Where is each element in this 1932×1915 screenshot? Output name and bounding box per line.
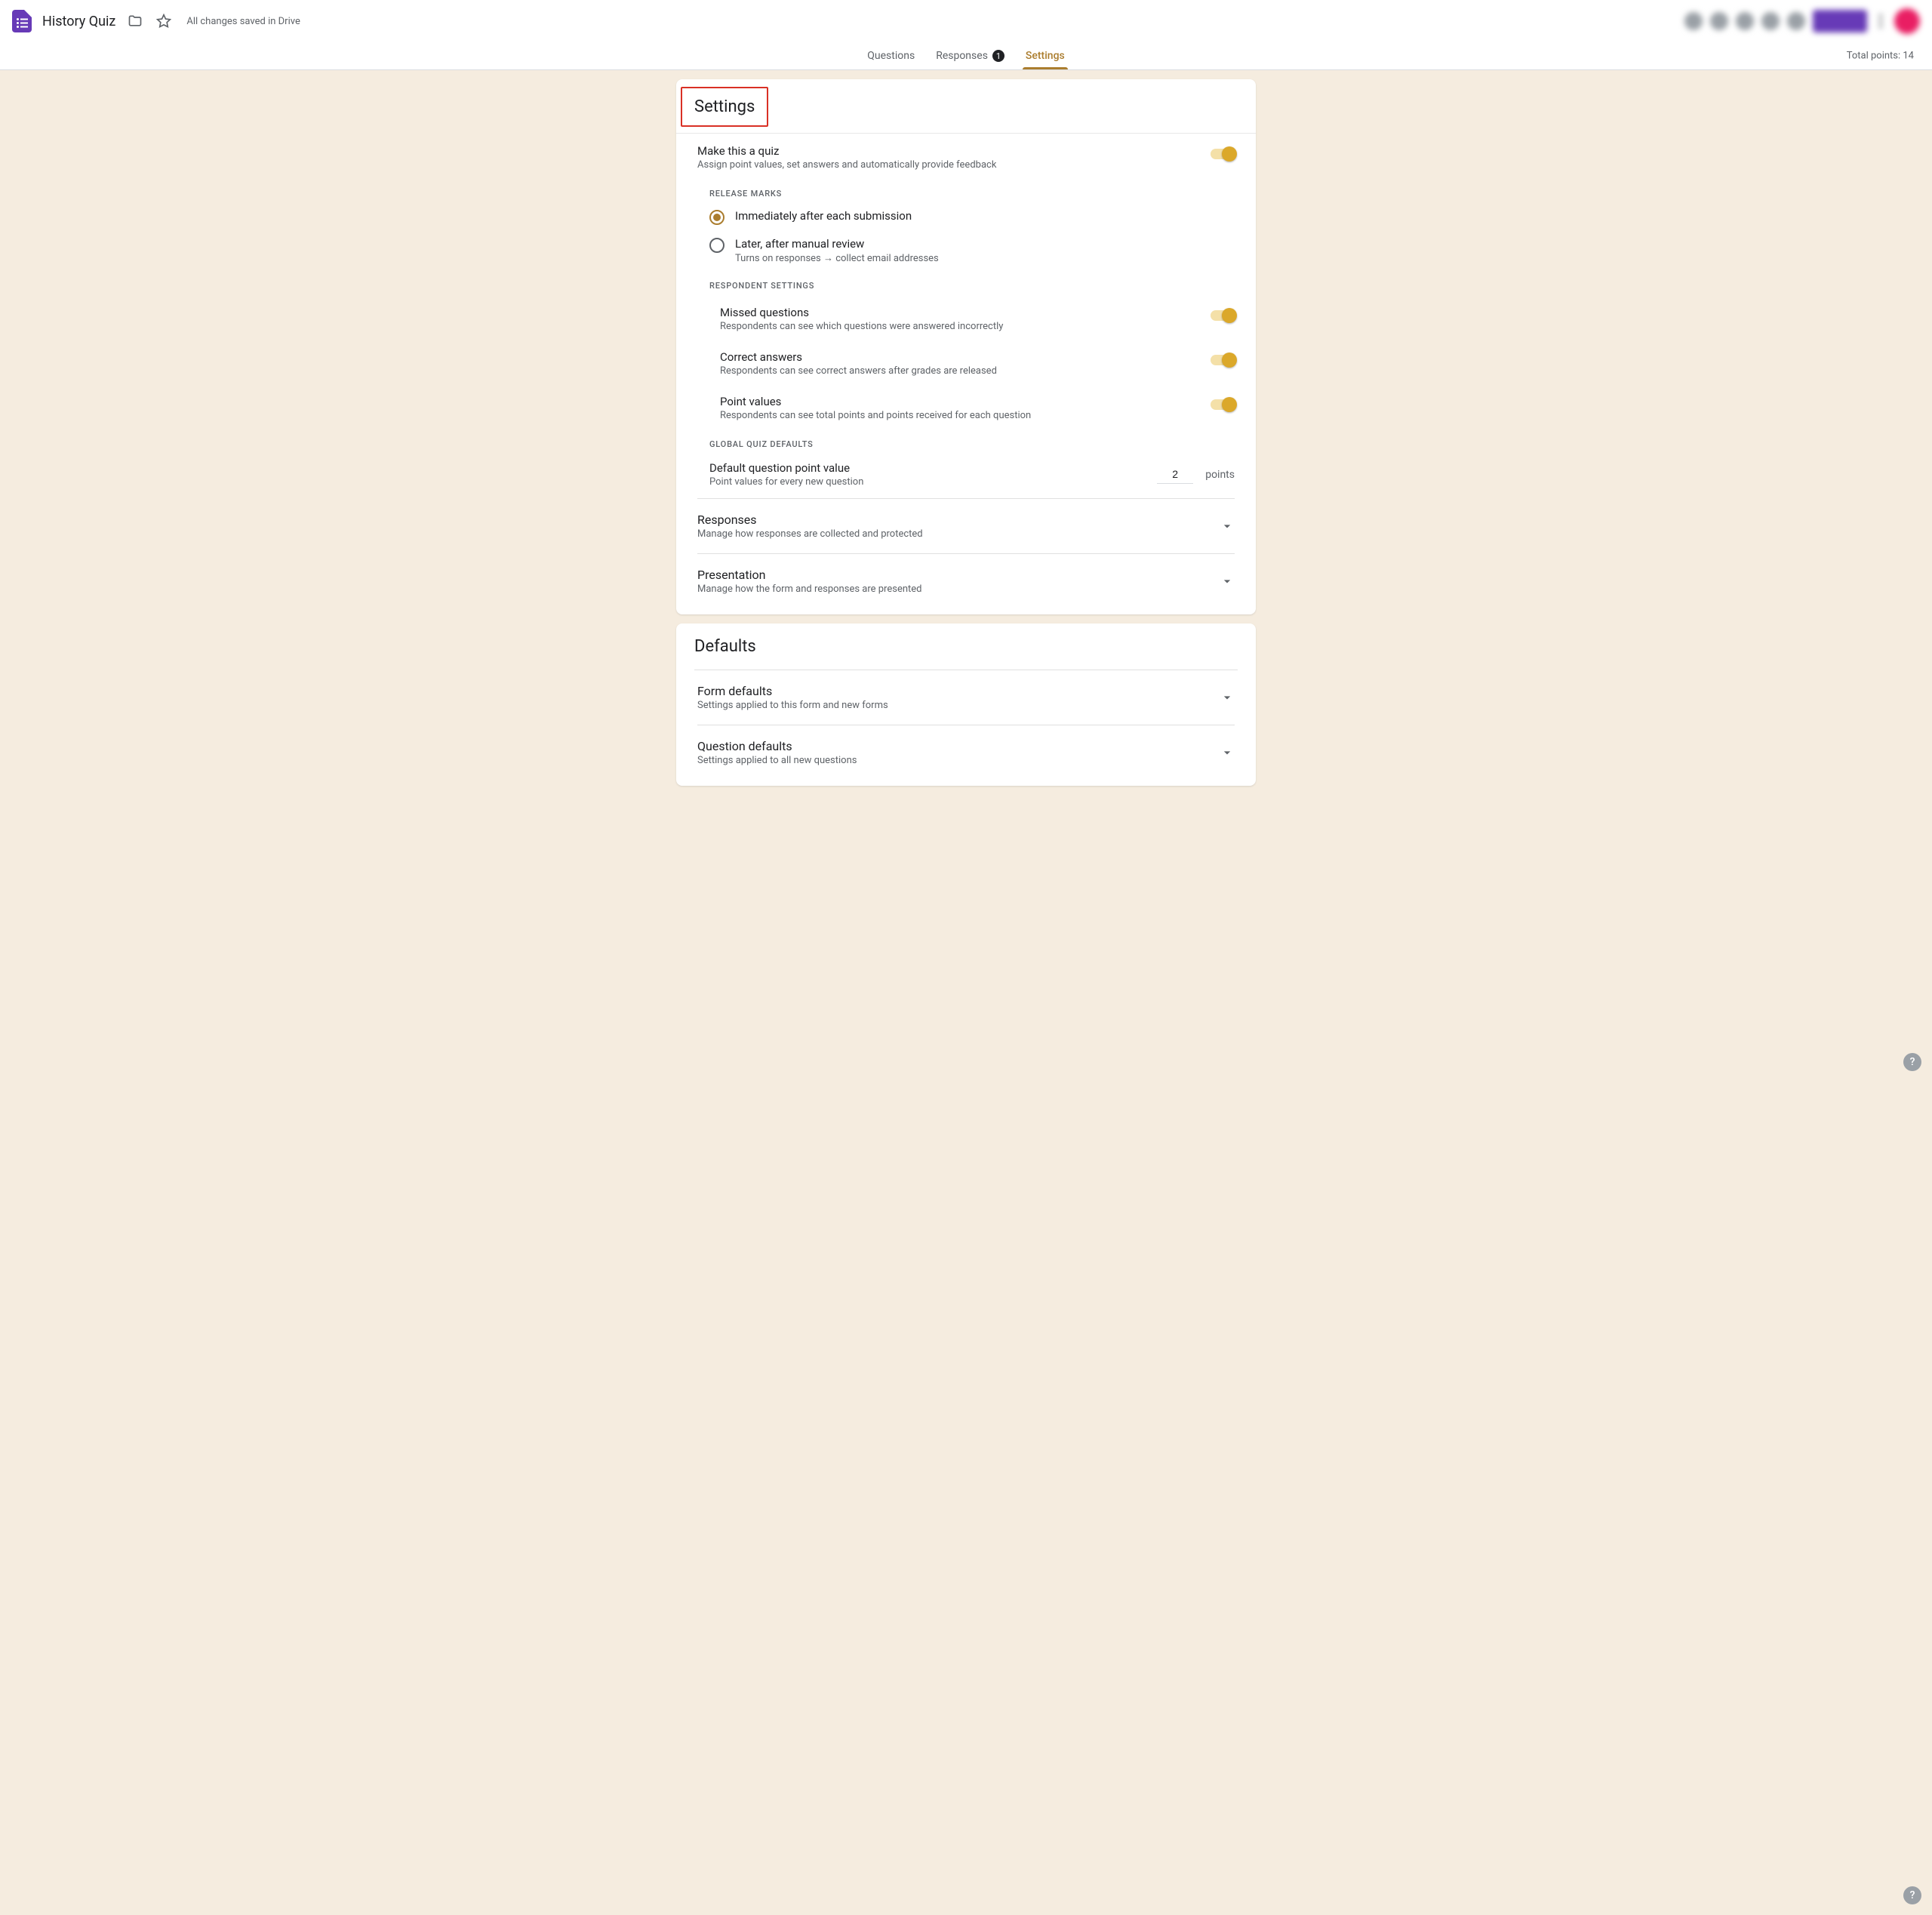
google-forms-logo[interactable] — [12, 10, 32, 32]
settings-card-title: Settings — [681, 87, 768, 127]
more-options-icon[interactable] — [1875, 12, 1887, 30]
radio-release-manual[interactable]: Later, after manual review Turns on resp… — [676, 231, 1256, 270]
header-action-icon[interactable] — [1736, 12, 1754, 30]
header-action-icon[interactable] — [1710, 12, 1728, 30]
chevron-down-icon — [1220, 690, 1235, 705]
setting-make-this-a-quiz: Make this a quiz Assign point values, se… — [676, 134, 1256, 178]
radio-label: Later, after manual review — [735, 237, 939, 251]
defaults-card-title: Defaults — [676, 623, 1256, 670]
tab-label: Questions — [867, 50, 915, 62]
section-label-release-marks: RELEASE MARKS — [676, 178, 1256, 203]
section-title: Form defaults — [697, 684, 1208, 698]
setting-missed-questions: Missed questions Respondents can see whi… — [676, 295, 1256, 340]
radio-icon — [709, 210, 724, 225]
points-unit-label: points — [1205, 469, 1235, 481]
section-responses[interactable]: Responses Manage how responses are colle… — [676, 499, 1256, 553]
setting-desc: Assign point values, set answers and aut… — [697, 159, 1198, 171]
setting-desc: Point values for every new question — [709, 476, 1145, 488]
tab-settings[interactable]: Settings — [1015, 42, 1075, 69]
radio-release-immediately[interactable]: Immediately after each submission — [676, 203, 1256, 231]
app-header: History Quiz All changes saved in Drive … — [0, 0, 1932, 70]
tab-questions[interactable]: Questions — [857, 42, 925, 69]
help-icon[interactable]: ? — [1903, 1053, 1921, 1071]
setting-title: Correct answers — [720, 350, 1198, 364]
toggle-point-values[interactable] — [1211, 399, 1235, 410]
document-title[interactable]: History Quiz — [42, 14, 115, 29]
save-status: All changes saved in Drive — [186, 16, 300, 27]
toggle-make-quiz[interactable] — [1211, 149, 1235, 159]
responses-count-badge: 1 — [992, 50, 1004, 62]
section-title: Responses — [697, 513, 1208, 527]
tab-responses[interactable]: Responses 1 — [925, 42, 1015, 69]
setting-title: Point values — [720, 395, 1198, 408]
setting-desc: Respondents can see total points and poi… — [720, 410, 1198, 421]
setting-correct-answers: Correct answers Respondents can see corr… — [676, 340, 1256, 384]
setting-desc: Respondents can see which questions were… — [720, 321, 1198, 332]
section-form-defaults[interactable]: Form defaults Settings applied to this f… — [676, 670, 1256, 725]
setting-title: Make this a quiz — [697, 144, 1198, 158]
section-desc: Settings applied to this form and new fo… — [697, 700, 1208, 711]
settings-card: Settings Make this a quiz Assign point v… — [676, 79, 1256, 614]
header-actions — [1684, 8, 1920, 34]
setting-title: Default question point value — [709, 461, 1145, 475]
radio-icon — [709, 238, 724, 253]
page-content: Settings Make this a quiz Assign point v… — [676, 79, 1256, 786]
radio-sub-label: Turns on responses → collect email addre… — [735, 252, 939, 264]
total-points-label: Total points: 14 — [1847, 51, 1914, 62]
setting-default-point-value: Default question point value Point value… — [676, 454, 1256, 498]
section-desc: Manage how responses are collected and p… — [697, 528, 1208, 540]
header-action-icon[interactable] — [1684, 12, 1703, 30]
move-to-folder-icon[interactable] — [126, 12, 144, 30]
section-question-defaults[interactable]: Question defaults Settings applied to al… — [676, 725, 1256, 780]
section-label-global-defaults: GLOBAL QUIZ DEFAULTS — [676, 429, 1256, 454]
header-tabs: Questions Responses 1 Settings Total poi… — [0, 42, 1932, 69]
header-action-icon[interactable] — [1787, 12, 1805, 30]
section-desc: Settings applied to all new questions — [697, 755, 1208, 766]
setting-title: Missed questions — [720, 306, 1198, 319]
tab-label: Responses — [936, 50, 988, 62]
help-icon[interactable]: ? — [1903, 1886, 1921, 1904]
chevron-down-icon — [1220, 574, 1235, 589]
section-desc: Manage how the form and responses are pr… — [697, 583, 1208, 595]
section-presentation[interactable]: Presentation Manage how the form and res… — [676, 554, 1256, 608]
section-title: Presentation — [697, 568, 1208, 582]
radio-label: Immediately after each submission — [735, 209, 912, 223]
section-label-respondent-settings: RESPONDENT SETTINGS — [676, 270, 1256, 295]
setting-desc: Respondents can see correct answers afte… — [720, 365, 1198, 377]
chevron-down-icon — [1220, 745, 1235, 760]
section-title: Question defaults — [697, 739, 1208, 753]
chevron-down-icon — [1220, 519, 1235, 534]
star-icon[interactable] — [155, 12, 173, 30]
tab-label: Settings — [1026, 50, 1065, 62]
send-button[interactable] — [1813, 10, 1867, 32]
toggle-correct-answers[interactable] — [1211, 355, 1235, 365]
defaults-card: Defaults Form defaults Settings applied … — [676, 623, 1256, 786]
setting-point-values: Point values Respondents can see total p… — [676, 384, 1256, 429]
default-point-input[interactable] — [1157, 465, 1193, 484]
header-action-icon[interactable] — [1761, 12, 1780, 30]
toggle-missed-questions[interactable] — [1211, 310, 1235, 321]
user-avatar[interactable] — [1894, 8, 1920, 34]
header-top-row: History Quiz All changes saved in Drive — [0, 0, 1932, 42]
